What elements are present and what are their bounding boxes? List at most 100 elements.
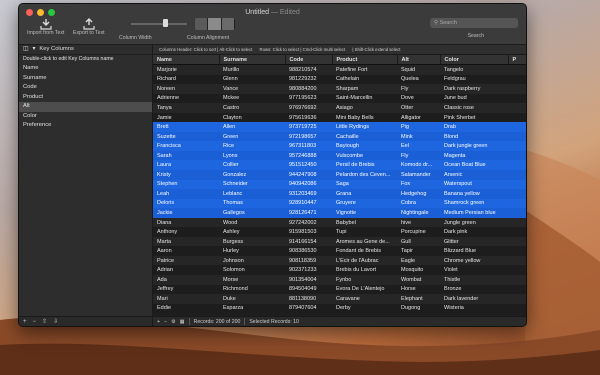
table-cell[interactable] bbox=[508, 208, 526, 218]
table-cell[interactable]: Ashley bbox=[219, 227, 285, 237]
table-cell[interactable]: Tapir bbox=[397, 246, 440, 256]
table-cell[interactable] bbox=[508, 246, 526, 256]
table-cell[interactable]: Johnson bbox=[219, 255, 285, 266]
table-cell[interactable] bbox=[508, 217, 526, 228]
table-cell[interactable]: Murillo bbox=[219, 64, 285, 75]
table-cell[interactable]: Mosquito bbox=[397, 265, 440, 276]
table-cell[interactable] bbox=[508, 64, 526, 75]
table-cell[interactable]: Wombat bbox=[397, 275, 440, 285]
table-cell[interactable]: Pink Sherbet bbox=[440, 112, 508, 123]
table-cell[interactable]: Suzette bbox=[153, 131, 219, 142]
table-cell[interactable]: Alligator bbox=[397, 112, 440, 123]
align-center-segment[interactable] bbox=[208, 18, 222, 30]
table-cell[interactable] bbox=[508, 122, 526, 132]
table-cell[interactable]: Diana bbox=[153, 217, 219, 228]
table-row[interactable]: Stephen Schneider 940942086 Saga Fox Waterspo… bbox=[153, 179, 526, 190]
table-row[interactable]: Aaron Hurley 908386530 Fondant de Brebis Tap… bbox=[153, 246, 526, 256]
table-cell[interactable]: Porcupine bbox=[397, 227, 440, 237]
table-cell[interactable]: Glenn bbox=[219, 74, 285, 85]
table-cell[interactable] bbox=[508, 275, 526, 285]
table-cell[interactable]: Eel bbox=[397, 141, 440, 151]
settings-icon[interactable]: ⚙ bbox=[171, 319, 176, 325]
table-cell[interactable]: 901354004 bbox=[285, 275, 332, 285]
table-cell[interactable]: Tupi bbox=[332, 227, 397, 237]
table-cell[interactable]: 944247908 bbox=[285, 170, 332, 180]
table-cell[interactable] bbox=[508, 74, 526, 85]
table-cell[interactable]: Saint-Marcellin bbox=[332, 93, 397, 104]
table-cell[interactable]: Waterspout bbox=[440, 179, 508, 190]
table-cell[interactable]: Laura bbox=[153, 160, 219, 171]
table-cell[interactable]: Aaron bbox=[153, 246, 219, 256]
table-cell[interactable]: Wood bbox=[219, 217, 285, 228]
table-cell[interactable]: Jungle green bbox=[440, 217, 508, 228]
table-cell[interactable]: 879407604 bbox=[285, 303, 332, 314]
sidebar-item-name[interactable]: Name bbox=[19, 64, 152, 74]
table-cell[interactable] bbox=[508, 236, 526, 247]
table-cell[interactable]: Fly bbox=[397, 150, 440, 161]
table-cell[interactable]: Gull bbox=[397, 236, 440, 247]
sidebar-toggle-icon[interactable]: ◫ bbox=[23, 45, 28, 54]
table-cell[interactable]: 908118359 bbox=[285, 255, 332, 266]
table-cell[interactable]: Fox bbox=[397, 179, 440, 190]
table-cell[interactable]: Derby bbox=[332, 303, 397, 314]
table-row[interactable]: Noreen Vance 980884200 Sharpam Fly Dark raspb… bbox=[153, 84, 526, 94]
table-cell[interactable]: Eddie bbox=[153, 303, 219, 314]
table-cell[interactable] bbox=[508, 265, 526, 276]
table-row[interactable]: Anthony Ashley 915981503 Tupi Porcupine Dark … bbox=[153, 227, 526, 237]
sidebar-item-alt[interactable]: Alt bbox=[19, 102, 152, 112]
table-cell[interactable]: Classic rose bbox=[440, 103, 508, 113]
table-cell[interactable]: Evora De L'Alentejo bbox=[332, 284, 397, 295]
table-cell[interactable]: Violet bbox=[440, 265, 508, 276]
table-cell[interactable]: Nightingale bbox=[397, 208, 440, 218]
add-record-icon[interactable]: + bbox=[157, 319, 160, 325]
table-cell[interactable]: Allen bbox=[219, 122, 285, 132]
table-cell[interactable]: 977195623 bbox=[285, 93, 332, 104]
table-cell[interactable]: Saga bbox=[332, 179, 397, 190]
table-cell[interactable]: Brett bbox=[153, 122, 219, 132]
table-cell[interactable]: Dark lavender bbox=[440, 294, 508, 304]
table-cell[interactable]: Grana bbox=[332, 189, 397, 199]
table-row[interactable]: Brett Allen 973719725 Little Rydings Pig Drab bbox=[153, 122, 526, 132]
table-row[interactable]: Suzette Green 972198657 Cachaille Mink Blond bbox=[153, 131, 526, 142]
table-cell[interactable]: Ada bbox=[153, 275, 219, 285]
table-cell[interactable]: Collier bbox=[219, 160, 285, 171]
table-cell[interactable]: Ocean Boat Blue bbox=[440, 160, 508, 171]
table-cell[interactable]: Anthony bbox=[153, 227, 219, 237]
table-cell[interactable]: Glitter bbox=[440, 236, 508, 247]
table-cell[interactable]: Richmond bbox=[219, 284, 285, 295]
table-cell[interactable]: Marjorie bbox=[153, 64, 219, 75]
table-cell[interactable]: Komodo dr... bbox=[397, 160, 440, 171]
table-cell[interactable]: Richard bbox=[153, 74, 219, 85]
table-cell[interactable]: Sarah bbox=[153, 150, 219, 161]
table-row[interactable]: Diana Wood 927242002 Babybel hive Jungle gree… bbox=[153, 217, 526, 228]
table-cell[interactable]: Horse bbox=[397, 284, 440, 295]
table-cell[interactable]: Blizzard Blue bbox=[440, 246, 508, 256]
table-cell[interactable]: Thistle bbox=[440, 275, 508, 285]
table-cell[interactable] bbox=[508, 84, 526, 94]
table-cell[interactable]: Jackie bbox=[153, 208, 219, 218]
table-cell[interactable]: 894504049 bbox=[285, 284, 332, 295]
table-cell[interactable]: Green bbox=[219, 131, 285, 142]
table-cell[interactable]: Aromes au Gene de... bbox=[332, 236, 397, 247]
table-cell[interactable]: Mckee bbox=[219, 93, 285, 104]
table-cell[interactable]: 908386530 bbox=[285, 246, 332, 256]
move-down-icon[interactable]: ⇩ bbox=[53, 318, 58, 325]
table-cell[interactable]: Marta bbox=[153, 236, 219, 247]
sidebar-item-surname[interactable]: Surname bbox=[19, 74, 152, 84]
table-cell[interactable]: Magenta bbox=[440, 150, 508, 161]
table-row[interactable]: Leah Leblanc 931203469 Grana Hedgehog Banana … bbox=[153, 189, 526, 199]
table-cell[interactable]: Tangelo bbox=[440, 64, 508, 75]
table-cell[interactable]: 975619636 bbox=[285, 112, 332, 123]
table-row[interactable]: Tanya Castro 976976692 Asiago Otter Classic r… bbox=[153, 103, 526, 113]
table-cell[interactable]: Quelea bbox=[397, 74, 440, 85]
table-cell[interactable] bbox=[508, 284, 526, 295]
column-header-color[interactable]: Color bbox=[440, 55, 509, 65]
table-cell[interactable]: Vulscombe bbox=[332, 150, 397, 161]
table-cell[interactable] bbox=[508, 227, 526, 237]
table-cell[interactable]: Vignotte bbox=[332, 208, 397, 218]
table-cell[interactable]: 915981503 bbox=[285, 227, 332, 237]
table-cell[interactable]: Dark jungle green bbox=[440, 141, 508, 151]
table-cell[interactable] bbox=[508, 303, 526, 314]
table-cell[interactable]: Eagle bbox=[397, 255, 440, 266]
table-cell[interactable]: Chrome yellow bbox=[440, 255, 508, 266]
